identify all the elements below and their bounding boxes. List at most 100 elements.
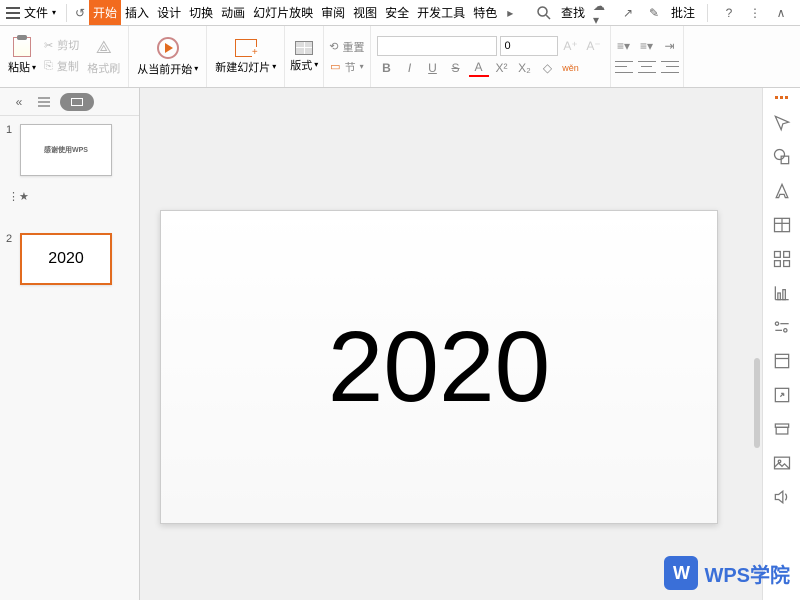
search-label[interactable]: 查找: [561, 4, 585, 21]
chart-icon[interactable]: [772, 283, 792, 303]
reset-button[interactable]: ⟲重置: [327, 37, 366, 57]
tab-security[interactable]: 安全: [381, 0, 413, 25]
export-icon[interactable]: [772, 385, 792, 405]
slide-text[interactable]: 2020: [328, 310, 550, 425]
grid-icon[interactable]: [772, 249, 792, 269]
menu-right: 查找 ☁▾ ↗ ✎ 批注 ? ⋮ ∧: [535, 4, 800, 22]
thumbnail-2[interactable]: 2 2020: [6, 233, 133, 285]
tab-start[interactable]: 开始: [89, 0, 121, 25]
slide-group: 新建幻灯片▾: [207, 26, 285, 87]
tab-slideshow[interactable]: 幻灯片放映: [249, 0, 317, 25]
italic-button[interactable]: I: [400, 59, 420, 77]
subscript-button[interactable]: X₂: [515, 59, 535, 77]
archive-icon[interactable]: [772, 419, 792, 439]
settings-icon[interactable]: [772, 317, 792, 337]
new-slide-button[interactable]: 新建幻灯片▾: [213, 37, 278, 77]
increase-font-button[interactable]: A⁺: [561, 37, 581, 55]
thumbnail-1[interactable]: 1 感谢使用WPS: [6, 124, 133, 176]
play-from-current-button[interactable]: 从当前开始▾: [135, 35, 200, 79]
underline-button[interactable]: U: [423, 59, 443, 77]
file-menu[interactable]: 文件 ▾: [0, 4, 62, 21]
watermark: W WPS学院: [664, 556, 790, 590]
align-right-button[interactable]: [660, 58, 680, 76]
template-icon[interactable]: [772, 351, 792, 371]
superscript-button[interactable]: X²: [492, 59, 512, 77]
decrease-font-button[interactable]: A⁻: [584, 37, 604, 55]
chevron-down-icon: ▾: [360, 62, 364, 71]
collapse-icon[interactable]: ∧: [772, 4, 790, 22]
overflow-icon[interactable]: ▸: [501, 4, 519, 22]
section-button[interactable]: ▭节▾: [328, 57, 365, 77]
text-icon[interactable]: [772, 181, 792, 201]
share-icon[interactable]: ↗: [619, 4, 637, 22]
cut-button[interactable]: ✂剪切: [42, 35, 81, 55]
tab-animation[interactable]: 动画: [217, 0, 249, 25]
ribbon: 粘贴▾ ✂剪切 ⎘复制 ⟁ 格式刷 从当前开始▾ 新建幻灯片▾ 版式▾: [0, 26, 800, 88]
layout-button[interactable]: 版式▾: [288, 39, 320, 75]
shape-icon[interactable]: [772, 147, 792, 167]
indent-button[interactable]: ⇥: [660, 37, 680, 55]
collapse-pane-icon[interactable]: «: [10, 93, 28, 111]
tab-featured[interactable]: 特色: [469, 0, 501, 25]
table-icon[interactable]: [772, 215, 792, 235]
audio-icon[interactable]: [772, 487, 792, 507]
side-toolbar: [762, 88, 800, 600]
tab-insert[interactable]: 插入: [121, 0, 153, 25]
current-slide[interactable]: 2020: [160, 210, 718, 524]
outline-view-button[interactable]: [36, 95, 52, 109]
tab-design[interactable]: 设计: [153, 0, 185, 25]
slide-thumb[interactable]: 2020: [20, 233, 112, 285]
align-center-button[interactable]: [637, 58, 657, 76]
slide-canvas[interactable]: 2020: [140, 88, 762, 600]
slide-icon: [71, 98, 83, 106]
numbering-button[interactable]: ≡▾: [637, 37, 657, 55]
wps-logo-icon: W: [664, 556, 698, 590]
divider: [66, 4, 67, 22]
font-size-combo[interactable]: [500, 36, 558, 56]
search-icon[interactable]: [535, 4, 553, 22]
image-icon[interactable]: [772, 453, 792, 473]
copy-button[interactable]: ⎘复制: [42, 56, 81, 76]
annotate-icon[interactable]: ✎: [645, 4, 663, 22]
reset-icon: ⟲: [329, 40, 338, 53]
side-dots-icon[interactable]: [775, 96, 788, 99]
help-icon[interactable]: ?: [720, 4, 738, 22]
hamburger-icon: [6, 7, 20, 19]
font-color-button[interactable]: A: [469, 59, 489, 77]
slide-number: 1: [6, 124, 16, 136]
layout-group: 版式▾: [285, 26, 324, 87]
strike-button[interactable]: S: [446, 59, 466, 77]
font-group: A⁺ A⁻ B I U S A X² X₂ ◇ wěn: [371, 26, 611, 87]
clear-format-button[interactable]: ◇: [538, 59, 558, 77]
chevron-down-icon: ▾: [314, 60, 318, 69]
bold-button[interactable]: B: [377, 59, 397, 77]
menu-bar: 文件 ▾ ↺ 开始 插入 设计 切换 动画 幻灯片放映 审阅 视图 安全 开发工…: [0, 0, 800, 26]
slide-number: 2: [6, 233, 16, 245]
slide-thumb[interactable]: 感谢使用WPS: [20, 124, 112, 176]
font-name-combo[interactable]: [377, 36, 497, 56]
tab-review[interactable]: 审阅: [317, 0, 349, 25]
cloud-icon[interactable]: ☁▾: [593, 4, 611, 22]
paste-icon: [13, 37, 31, 57]
clipboard-group: 粘贴▾ ✂剪切 ⎘复制 ⟁ 格式刷: [0, 26, 129, 87]
more-icon[interactable]: ⋮: [746, 4, 764, 22]
vertical-scrollbar[interactable]: [754, 358, 760, 448]
thumbnail-view-button[interactable]: [60, 93, 94, 111]
history-icon[interactable]: ↺: [71, 4, 89, 22]
select-icon[interactable]: [772, 113, 792, 133]
format-painter-button[interactable]: ⟁ 格式刷: [85, 35, 122, 78]
bullets-button[interactable]: ≡▾: [614, 37, 634, 55]
tab-developer[interactable]: 开发工具: [413, 0, 469, 25]
tab-view[interactable]: 视图: [349, 0, 381, 25]
watermark-text: WPS学院: [704, 559, 790, 588]
paste-button[interactable]: 粘贴▾: [6, 35, 38, 77]
tab-transition[interactable]: 切换: [185, 0, 217, 25]
annotate-label[interactable]: 批注: [671, 4, 695, 21]
chevron-down-icon: ▾: [272, 62, 276, 71]
brush-icon: ⟁: [96, 37, 112, 58]
divider: [707, 4, 708, 22]
pinyin-button[interactable]: wěn: [561, 59, 581, 77]
new-slide-icon: [235, 39, 257, 57]
animation-indicator[interactable]: ⋮★: [6, 190, 133, 203]
align-left-button[interactable]: [614, 58, 634, 76]
